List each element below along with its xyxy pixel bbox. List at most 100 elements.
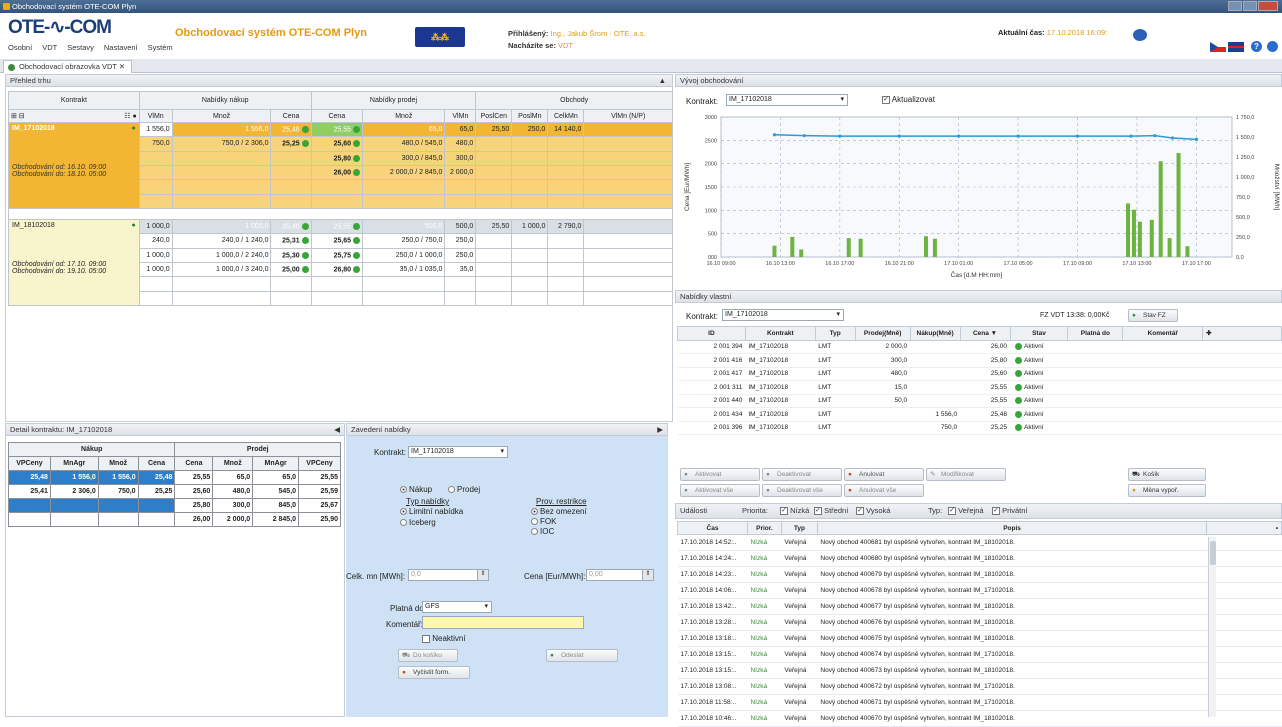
menu-osobni[interactable]: Osobní xyxy=(8,43,32,52)
anulovat-button[interactable]: ● Anulovat xyxy=(844,468,924,481)
platna-do-select[interactable]: GFS ▾ xyxy=(422,601,492,613)
table-row[interactable]: 2 001 311 IM_17102018 LMT 15,0 25,55 Aktivní xyxy=(677,380,1282,395)
table-row[interactable]: 2 001 440 IM_17102018 LMT 50,0 25,55 Aktivní xyxy=(677,394,1282,408)
fz-vdt-status: FZ VDT 13:38: 0,00Kč xyxy=(1040,312,1110,319)
filter-stredni[interactable]: ✓ Střední xyxy=(814,504,848,518)
celk-mn-stepper[interactable]: ⇕ xyxy=(477,569,489,581)
col-header[interactable]: Platná do xyxy=(1067,326,1124,341)
table-row[interactable]: 2 001 394 IM_17102018 LMT 2 000,0 26,00 Aktiv… xyxy=(677,340,1282,354)
radio-fok[interactable]: FOK xyxy=(531,517,556,526)
table-row[interactable]: 17.10.2018 14:23:.. Nízká Veřejná Nový obch… xyxy=(677,566,1282,583)
aktualizovat-checkbox[interactable]: ✓ Aktualizovat xyxy=(882,95,935,104)
deaktivovat-vse-button[interactable]: ● Deaktivovat vše xyxy=(762,484,842,497)
col-header[interactable]: Čas xyxy=(677,521,748,535)
chat-icon[interactable] xyxy=(1133,29,1147,41)
volume-bar xyxy=(858,238,863,257)
anulovat-vse-button[interactable]: ● Anulovat vše xyxy=(844,484,924,497)
col-add-icon[interactable]: ✚ xyxy=(1202,326,1282,341)
vycistit-button[interactable]: ● Vyčistit form. xyxy=(398,666,470,679)
menu-sestavy[interactable]: Sestavy xyxy=(67,43,94,52)
contract-cell[interactable]: IM_18102018 ● Obchodování od: 17.10. 09:0… xyxy=(8,219,140,306)
aktivovat-vse-button[interactable]: ● Aktivovat vše xyxy=(680,484,760,497)
nabidky-kontrakt-label: Kontrakt: xyxy=(686,312,719,321)
col-add-icon[interactable]: • xyxy=(1206,521,1282,535)
table-row[interactable]: 17.10.2018 13:42:.. Nízká Veřejná Nový obch… xyxy=(677,598,1282,615)
radio-limitni[interactable]: Limitní nabídka xyxy=(400,507,463,516)
cena-stepper[interactable]: ⇕ xyxy=(642,569,654,581)
filter-verejna[interactable]: ✓ Veřejná xyxy=(948,504,984,518)
celk-mn-input[interactable]: 0,0 xyxy=(408,569,488,581)
col-header[interactable]: Nákup(Mně) xyxy=(909,326,961,341)
events-scrollbar[interactable] xyxy=(1208,537,1216,717)
table-row[interactable]: 17.10.2018 13:15:.. Nízká Veřejná Nový obch… xyxy=(677,662,1282,679)
menu-vdt[interactable]: VDT xyxy=(42,43,57,52)
radio-nakup[interactable]: Nákup xyxy=(400,485,432,494)
collapse-left-icon[interactable]: ◀ xyxy=(334,424,340,435)
col-header[interactable]: Popis xyxy=(816,521,1208,535)
filter-privatni[interactable]: ✓ Privátní xyxy=(992,504,1028,518)
table-row[interactable]: IM_18102018 ● Obchodování od: 17.10. 09:0… xyxy=(8,218,673,306)
table-row[interactable]: 17.10.2018 13:15:.. Nízká Veřejná Nový obch… xyxy=(677,646,1282,663)
table-row[interactable]: 2 001 396 IM_17102018 LMT 750,0 25,25 Aktivní xyxy=(677,421,1282,435)
table-row[interactable]: 17.10.2018 11:58:.. Nízká Veřejná Nový obch… xyxy=(677,694,1282,711)
czech-flag-icon[interactable] xyxy=(1210,42,1226,52)
cell: 25,25 xyxy=(960,421,1011,435)
collapse-right-icon[interactable]: ▶ xyxy=(657,424,663,435)
col-header[interactable]: Typ xyxy=(814,326,856,341)
komentar-input[interactable] xyxy=(422,616,584,629)
volume-bar xyxy=(799,249,804,257)
vyvoj-kontrakt-select[interactable]: IM_17102018 ▾ xyxy=(726,94,848,106)
minimize-button[interactable] xyxy=(1228,1,1242,11)
menu-nastaveni[interactable]: Nastavení xyxy=(104,43,138,52)
filter-vysoka[interactable]: ✓ Vysoká xyxy=(856,504,890,518)
tab-obchodovaci-obrazovka[interactable]: Obchodovací obrazovka VDT ✕ xyxy=(3,60,133,73)
expand-collapse-icons[interactable]: ⊞ ⊟ ☷ ● xyxy=(8,109,140,123)
table-row[interactable]: 17.10.2018 13:08:.. Nízká Veřejná Nový obch… xyxy=(677,678,1282,695)
aktivovat-button[interactable]: ● Aktivovat xyxy=(680,468,760,481)
stav-fz-button[interactable]: ● Stav FZ xyxy=(1128,309,1178,322)
radio-iceberg[interactable]: Iceberg xyxy=(400,518,436,527)
kosik-button[interactable]: ⛟ Košík xyxy=(1128,468,1206,481)
radio-bez-omezeni[interactable]: Bez omezení xyxy=(531,507,587,516)
table-row[interactable]: 17.10.2018 14:52:.. Nízká Veřejná Nový obch… xyxy=(677,534,1282,551)
odeslat-button[interactable]: ● Odeslat xyxy=(546,649,618,662)
close-button[interactable] xyxy=(1258,1,1278,11)
maximize-button[interactable] xyxy=(1243,1,1257,11)
col-header[interactable]: Prior. xyxy=(746,521,782,535)
scrollbar-thumb[interactable] xyxy=(1210,541,1216,565)
neaktivni-checkbox[interactable]: Neaktivní xyxy=(422,634,466,643)
modifikovat-button[interactable]: ✎ Modifikovat xyxy=(926,468,1006,481)
deaktivovat-button[interactable]: ● Deaktivovat xyxy=(762,468,842,481)
english-flag-icon[interactable] xyxy=(1228,42,1244,52)
filter-nizka[interactable]: ✓ Nízká xyxy=(780,504,809,518)
table-row[interactable]: 2 001 434 IM_17102018 LMT 1 556,0 25,48 Aktiv… xyxy=(677,407,1282,422)
cell: 26,80 xyxy=(310,261,364,278)
col-header[interactable]: Cena ▼ xyxy=(959,326,1011,341)
radio-ioc[interactable]: IOC xyxy=(531,527,554,536)
table-row[interactable]: 2 001 416 IM_17102018 LMT 300,0 25,80 Aktivní xyxy=(677,353,1282,368)
contract-cell[interactable]: IM_17102018 ● Obchodování od: 16.10. 09:0… xyxy=(8,122,140,209)
table-row[interactable]: IM_17102018 ● Obchodování od: 16.10. 09:0… xyxy=(8,121,673,209)
col-header[interactable]: Stav xyxy=(1009,326,1069,341)
help-icon[interactable]: ? xyxy=(1251,41,1262,52)
table-row[interactable]: 17.10.2018 14:06:.. Nízká Veřejná Nový obch… xyxy=(677,582,1282,599)
table-row[interactable]: 17.10.2018 13:28:.. Nízká Veřejná Nový obch… xyxy=(677,614,1282,631)
table-row[interactable]: 17.10.2018 14:24:.. Nízká Veřejná Nový obch… xyxy=(677,550,1282,567)
kontrakt-select[interactable]: IM_17102018 ▾ xyxy=(408,446,508,458)
col-header[interactable]: Komentář xyxy=(1122,326,1204,341)
col-header[interactable]: Kontrakt xyxy=(744,326,816,341)
menu-system[interactable]: Systém xyxy=(148,43,173,52)
radio-prodej[interactable]: Prodej xyxy=(448,485,480,494)
cell: Veřejná xyxy=(781,710,818,727)
mena-vypor-button[interactable]: ● Měna vypoř. xyxy=(1128,484,1206,497)
do-kosiku-button[interactable]: ⛟ Do košíku xyxy=(398,649,458,662)
table-row[interactable]: 17.10.2018 10:46:.. Nízká Veřejná Nový obch… xyxy=(677,710,1282,727)
info-icon[interactable] xyxy=(1267,41,1278,52)
collapse-up-icon[interactable]: ▲ xyxy=(659,75,666,86)
col-header[interactable]: Typ xyxy=(780,521,818,535)
table-row[interactable]: 2 001 417 IM_17102018 LMT 480,0 25,60 Aktivní xyxy=(677,367,1282,381)
col-header[interactable]: ID xyxy=(677,326,746,341)
table-row[interactable]: 17.10.2018 13:18:.. Nízká Veřejná Nový obch… xyxy=(677,630,1282,647)
col-header[interactable]: Prodej(Mně) xyxy=(854,326,911,341)
nabidky-kontrakt-select[interactable]: IM_17102018 ▾ xyxy=(722,309,844,321)
